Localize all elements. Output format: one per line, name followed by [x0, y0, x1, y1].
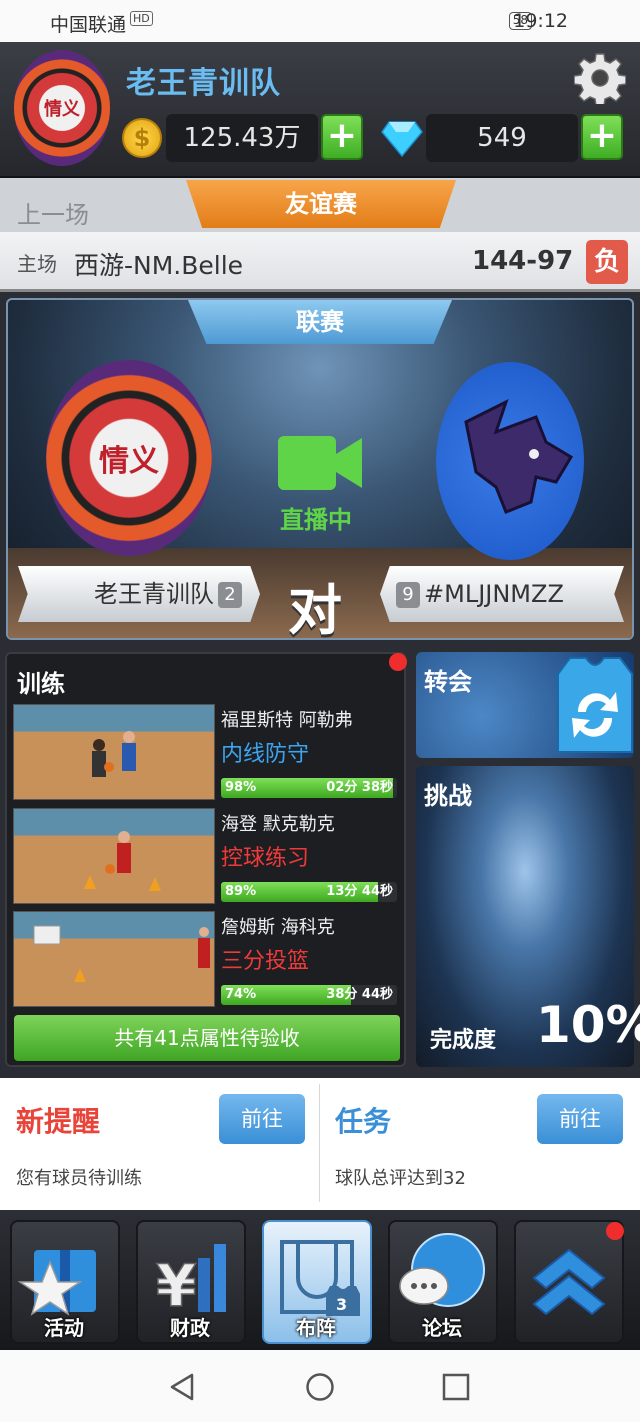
- nav-label: 活动: [44, 1316, 84, 1340]
- training-item[interactable]: 海登 默克勒克 控球练习 89% 13分 44秒: [13, 808, 397, 904]
- away-team-name: #MLJJNMZZ: [424, 580, 564, 608]
- accept-attributes-button[interactable]: 共有41点属性待验收: [14, 1015, 400, 1061]
- training-item[interactable]: 詹姆斯 海科克 三分投篮 74% 38分 44秒: [13, 911, 397, 1007]
- back-icon[interactable]: [168, 1372, 198, 1402]
- training-notification-dot: [389, 653, 407, 671]
- home-team-emblem-icon: 情义: [46, 360, 212, 556]
- svg-text:¥: ¥: [156, 1252, 196, 1318]
- task-description: 球队总评达到32: [335, 1168, 466, 1189]
- gift-star-icon: [17, 1250, 96, 1316]
- tab-league[interactable]: 联赛: [188, 300, 452, 344]
- forum-globe-icon: [399, 1233, 485, 1307]
- team-name: 老王青训队: [126, 66, 281, 101]
- training-progress-bar: 74% 38分 44秒: [221, 985, 397, 1005]
- training-drill-image: [13, 704, 215, 800]
- home-label: 主场: [17, 252, 57, 276]
- final-score: 144-97: [472, 246, 574, 276]
- home-team-rank: 2: [218, 582, 242, 608]
- nav-label: 财政: [170, 1316, 210, 1340]
- away-team-plate: 9 #MLJJNMZZ: [380, 566, 624, 622]
- svg-text:3: 3: [336, 1295, 347, 1314]
- recent-apps-icon[interactable]: [441, 1372, 471, 1402]
- completion-percent: 10%: [536, 996, 640, 1054]
- diamond-icon: [381, 121, 423, 158]
- training-drill-name: 三分投篮: [221, 949, 310, 974]
- training-time-remaining: 38分 44秒: [326, 987, 393, 1002]
- network-indicator: HD: [130, 11, 153, 26]
- team-emblem-icon[interactable]: 情义: [14, 50, 110, 166]
- training-title: 训练: [17, 670, 65, 698]
- nav-label: 论坛: [422, 1316, 462, 1340]
- reminder-go-button[interactable]: 前往: [219, 1094, 305, 1144]
- last-game-label: 上一场: [17, 201, 89, 229]
- training-percent: 89%: [225, 884, 257, 899]
- yen-chart-icon: ¥: [155, 1244, 226, 1318]
- nav-finance[interactable]: ¥ 财政: [136, 1220, 246, 1344]
- task-title: 任务: [335, 1105, 392, 1138]
- live-camera-icon[interactable]: [276, 432, 364, 494]
- away-team-dragon-icon: [436, 362, 584, 560]
- settings-gear-icon[interactable]: [574, 52, 626, 104]
- training-percent: 74%: [225, 987, 257, 1002]
- clock: 19:12: [513, 10, 568, 32]
- versus-label: 对: [288, 579, 342, 642]
- coin-balance: 125.43万: [166, 114, 318, 162]
- system-navigation-bar: [0, 1350, 640, 1422]
- challenge-title: 挑战: [424, 782, 472, 810]
- training-progress-bar: 98% 02分 38秒: [221, 778, 397, 798]
- court-jersey-icon: 3: [280, 1240, 360, 1316]
- reminder-description: 您有球员待训练: [16, 1168, 142, 1189]
- live-status: 直播中: [280, 506, 352, 534]
- home-icon[interactable]: [305, 1372, 335, 1402]
- add-coins-button[interactable]: +: [321, 114, 363, 160]
- add-diamonds-button[interactable]: +: [581, 114, 623, 160]
- task-go-button[interactable]: 前往: [537, 1094, 623, 1144]
- panel-divider: [319, 1084, 320, 1202]
- nav-lineup[interactable]: 3 布阵: [262, 1220, 372, 1344]
- completion-label: 完成度: [430, 1028, 497, 1053]
- training-time-remaining: 13分 44秒: [326, 884, 393, 899]
- status-bar: 中国联通 HD 58 19:12: [0, 0, 640, 42]
- opponent-name: 西游-NM.Belle: [74, 251, 244, 280]
- carrier: 中国联通: [50, 14, 127, 36]
- training-time-remaining: 02分 38秒: [326, 780, 393, 795]
- home-team-plate: 老王青训队 2: [18, 566, 260, 622]
- training-drill-name: 控球练习: [221, 846, 310, 871]
- training-drill-image: [13, 808, 215, 904]
- coin-icon: $: [122, 118, 162, 158]
- more-notification-dot: [606, 1222, 624, 1240]
- tab-friendly-match[interactable]: 友谊赛: [186, 180, 456, 228]
- training-player-name: 海登 默克勒克: [221, 814, 335, 835]
- training-player-name: 詹姆斯 海科克: [221, 917, 335, 938]
- nav-forum[interactable]: 论坛: [388, 1220, 498, 1344]
- training-percent: 98%: [225, 780, 257, 795]
- training-progress-bar: 89% 13分 44秒: [221, 882, 397, 902]
- training-drill-name: 内线防守: [221, 742, 310, 767]
- training-item[interactable]: 福里斯特 阿勒弗 内线防守 98% 02分 38秒: [13, 704, 397, 800]
- diamond-balance: 549: [426, 114, 578, 162]
- nav-label: 布阵: [296, 1316, 336, 1340]
- nav-activity[interactable]: 活动: [10, 1220, 120, 1344]
- transfer-title: 转会: [424, 668, 472, 696]
- training-player-name: 福里斯特 阿勒弗: [221, 710, 353, 731]
- away-team-rank: 9: [396, 582, 420, 608]
- nav-more[interactable]: [514, 1220, 624, 1344]
- reminder-title: 新提醒: [16, 1105, 101, 1138]
- double-chevron-up-icon: [532, 1248, 606, 1316]
- home-team-name: 老王青训队: [94, 580, 214, 608]
- transfer-jersey-icon: [557, 657, 633, 753]
- training-drill-image: [13, 911, 215, 1007]
- result-badge: 负: [586, 240, 628, 284]
